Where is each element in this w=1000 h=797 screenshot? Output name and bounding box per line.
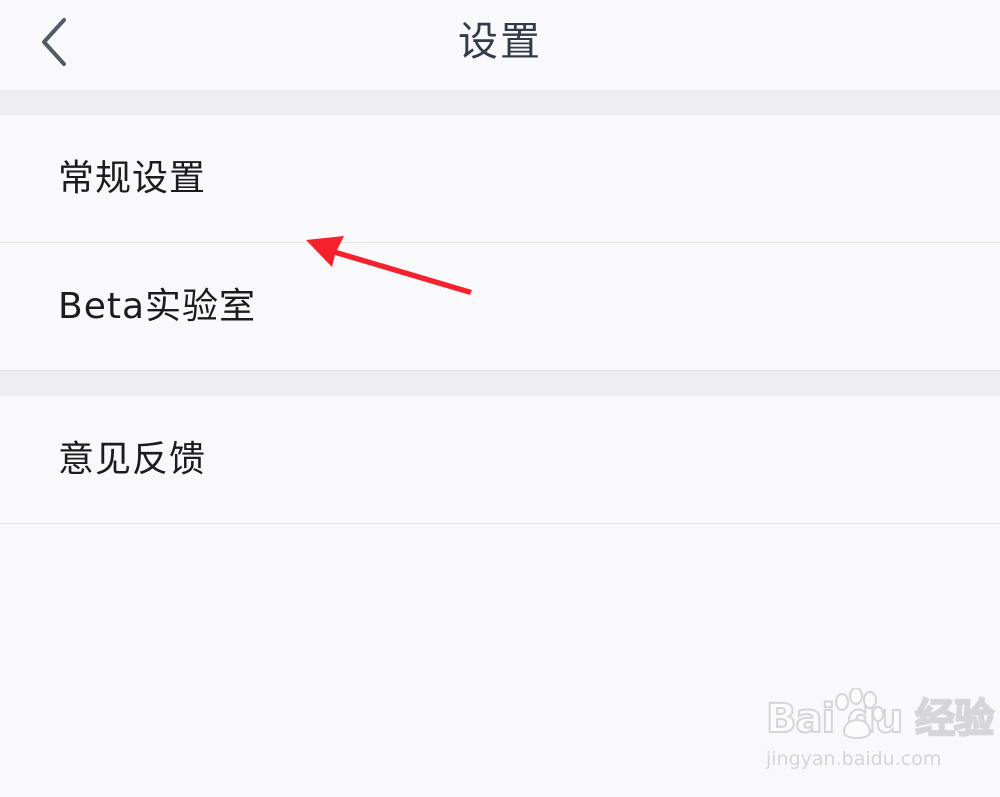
paw-icon bbox=[835, 688, 884, 739]
watermark-url: jingyan.baidu.com bbox=[766, 748, 942, 770]
settings-item-beta-lab[interactable]: Beta实验室 bbox=[0, 243, 1000, 371]
settings-item-label: 意见反馈 bbox=[58, 439, 207, 480]
section-divider bbox=[0, 371, 1000, 396]
top-bar: 设置 bbox=[0, 0, 1000, 90]
settings-item-general[interactable]: 常规设置 bbox=[0, 115, 1000, 243]
page-title: 设置 bbox=[458, 19, 542, 65]
settings-item-label: 常规设置 bbox=[58, 158, 207, 199]
watermark: Bai du 经验 jingyan.baidu.com bbox=[760, 686, 995, 782]
settings-item-feedback[interactable]: 意见反馈 bbox=[0, 396, 1000, 524]
section-divider bbox=[0, 90, 1000, 115]
settings-item-label: Beta实验室 bbox=[58, 286, 257, 327]
